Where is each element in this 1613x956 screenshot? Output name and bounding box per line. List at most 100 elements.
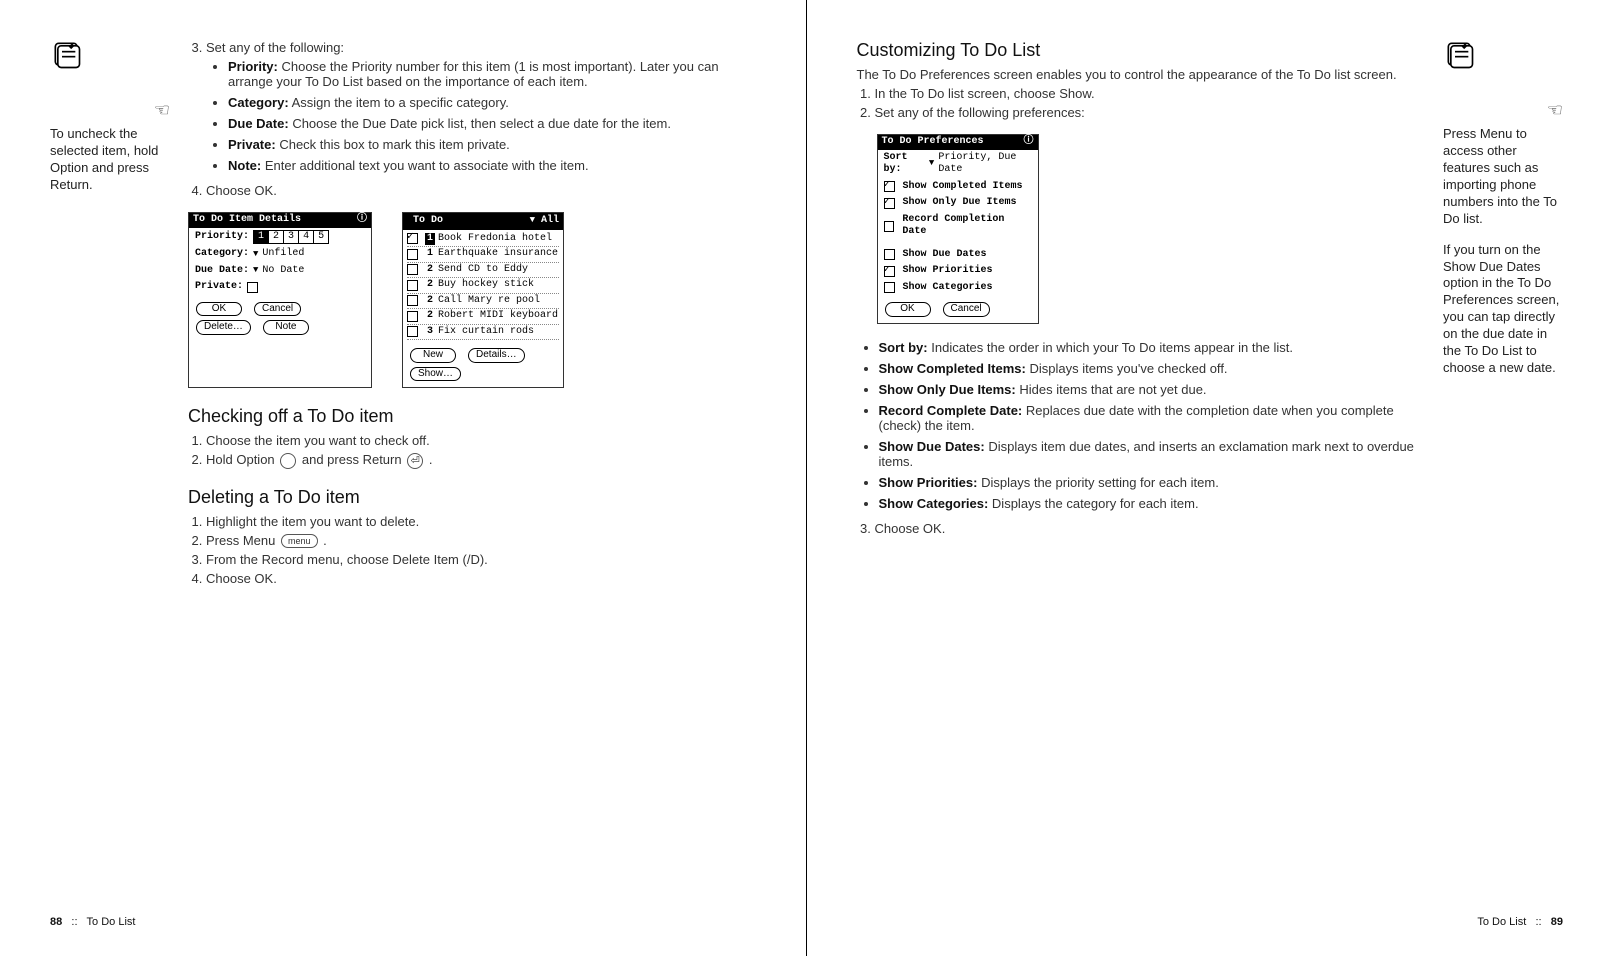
customizing-heading: Customizing To Do List <box>857 40 1426 61</box>
customizing-intro: The To Do Preferences screen enables you… <box>857 67 1426 82</box>
ok-button: OK <box>885 302 931 317</box>
checkbox-icon <box>884 266 895 277</box>
right-margin-column: ☞ Press Menu to access other features su… <box>1425 40 1563 916</box>
left-step-list: Set any of the following: Priority: Choo… <box>188 40 756 198</box>
details-buttons: OK Cancel Delete… Note <box>189 296 371 341</box>
customizing-steps-bottom: Choose OK. <box>857 521 1426 536</box>
todo-list-screen: To Do ▼ All 1Book Fredonia hotel1Earthqu… <box>402 212 564 388</box>
private-checkbox <box>247 282 258 293</box>
category-label: Category: <box>195 248 249 261</box>
todo-item-text: Fix curtain rods <box>438 326 534 339</box>
page-left: ☞ To uncheck the selected item, hold Opt… <box>0 0 807 956</box>
info-icon: ⓘ <box>357 214 367 227</box>
chevron-down-icon: ▼ <box>253 265 258 276</box>
chevron-down-icon: ▼ <box>253 249 258 260</box>
check-step-2: Hold Option and press Return ⏎ . <box>206 452 756 469</box>
delete-button: Delete… <box>196 320 251 335</box>
todo-item: 2Buy hockey stick <box>407 278 559 294</box>
cust-step-2: Set any of the following preferences: <box>875 105 1426 120</box>
priority-badge: 3 <box>425 326 435 339</box>
footer-right: To Do List :: 89 <box>1477 916 1563 928</box>
step3-bullets: Priority: Choose the Priority number for… <box>206 59 756 173</box>
hand-icon: ☞ <box>1443 99 1563 122</box>
todo-item-details-screen: To Do Item Details ⓘ Priority: 1 2 3 4 5 <box>188 212 372 388</box>
left-margin-column: ☞ To uncheck the selected item, hold Opt… <box>50 40 188 916</box>
margin-tip-right-1: Press Menu to access other features such… <box>1443 126 1563 227</box>
duedate-label: Due Date: <box>195 265 249 278</box>
checkbox-icon <box>407 311 418 322</box>
pb-recorddate: Record Complete Date: Replaces due date … <box>879 403 1426 433</box>
checkbox-icon <box>884 221 895 232</box>
details-title: To Do Item Details <box>193 214 301 227</box>
del-step-3: From the Record menu, choose Delete Item… <box>206 552 756 567</box>
todo-item-text: Buy hockey stick <box>438 279 534 292</box>
todo-item-text: Robert MIDI keyboard <box>438 310 558 323</box>
todo-item: 1Book Fredonia hotel <box>407 232 559 248</box>
right-content: Customizing To Do List The To Do Prefere… <box>857 40 1426 916</box>
priority-badge: 2 <box>425 295 435 308</box>
priority-badge: 2 <box>425 310 435 323</box>
pb-sortby: Sort by: Indicates the order in which yo… <box>879 340 1426 355</box>
todo-item: 3Fix curtain rods <box>407 325 559 341</box>
pb-priorities: Show Priorities: Displays the priority s… <box>879 475 1426 490</box>
todo-item-text: Book Fredonia hotel <box>438 233 552 246</box>
note-button: Note <box>263 320 309 335</box>
todo-item-text: Earthquake insurance <box>438 248 558 261</box>
checkbox-icon <box>407 280 418 291</box>
priority-badge: 2 <box>425 264 435 277</box>
note-icon <box>1443 40 1477 70</box>
checkbox-icon <box>884 198 895 209</box>
return-key-icon: ⏎ <box>407 453 423 469</box>
priority-badge: 2 <box>425 279 435 292</box>
customizing-steps-top: In the To Do list screen, choose Show. S… <box>857 86 1426 120</box>
priority-selector: 1 2 3 4 5 <box>253 230 329 245</box>
prefs-buttons: OK Cancel <box>878 296 1038 323</box>
category-value: Unfiled <box>262 248 304 261</box>
todo-category: ▼ All <box>530 215 559 228</box>
bullet-priority: Priority: Choose the Priority number for… <box>228 59 756 89</box>
pb-completed: Show Completed Items: Displays items you… <box>879 361 1426 376</box>
pb-duedates: Show Due Dates: Displays item due dates,… <box>879 439 1426 469</box>
todo-buttons: New Details… Show… <box>403 342 563 387</box>
deleting-heading: Deleting a To Do item <box>188 487 756 508</box>
option-key-icon <box>280 453 296 469</box>
checkbox-icon <box>407 295 418 306</box>
sortby-value: Priority, Due Date <box>938 152 1031 177</box>
todo-items: 1Book Fredonia hotel1Earthquake insuranc… <box>403 230 563 343</box>
del-step-4: Choose OK. <box>206 571 756 586</box>
bullet-duedate: Due Date: Choose the Due Date pick list,… <box>228 116 756 131</box>
margin-tip-left: To uncheck the selected item, hold Optio… <box>50 126 170 194</box>
ok-button: OK <box>196 302 242 317</box>
todo-item: 2Call Mary re pool <box>407 294 559 310</box>
checkbox-icon <box>407 233 418 244</box>
footer-left: 88 :: To Do List <box>50 916 135 928</box>
details-button: Details… <box>468 348 525 363</box>
new-button: New <box>410 348 456 363</box>
todo-item: 2Send CD to Eddy <box>407 263 559 279</box>
hand-icon: ☞ <box>50 99 170 122</box>
pb-onlydue: Show Only Due Items: Hides items that ar… <box>879 382 1426 397</box>
pb-categories: Show Categories: Displays the category f… <box>879 496 1426 511</box>
margin-tip-right-2: If you turn on the Show Due Dates option… <box>1443 242 1563 377</box>
todo-item-text: Send CD to Eddy <box>438 264 528 277</box>
del-step-1: Highlight the item you want to delete. <box>206 514 756 529</box>
todo-item: 2Robert MIDI keyboard <box>407 309 559 325</box>
private-label: Private: <box>195 281 243 294</box>
show-button: Show… <box>410 367 461 382</box>
cancel-button: Cancel <box>254 302 301 317</box>
menu-key-icon: menu <box>281 534 318 548</box>
sortby-label: Sort by: <box>884 152 925 177</box>
priority-label: Priority: <box>195 231 249 244</box>
checkbox-icon <box>884 282 895 293</box>
prefs-title: To Do Preferences <box>882 136 984 149</box>
step-3: Set any of the following: Priority: Choo… <box>206 40 756 173</box>
bullet-category: Category: Assign the item to a specific … <box>228 95 756 110</box>
deleting-steps: Highlight the item you want to delete. P… <box>188 514 756 587</box>
checkbox-icon <box>884 181 895 192</box>
todo-item-text: Call Mary re pool <box>438 295 540 308</box>
checkbox-icon <box>407 249 418 260</box>
cust-step-1: In the To Do list screen, choose Show. <box>875 86 1426 101</box>
screens-row: To Do Item Details ⓘ Priority: 1 2 3 4 5 <box>188 212 756 388</box>
priority-badge: 1 <box>425 233 435 246</box>
pref-bullets: Sort by: Indicates the order in which yo… <box>857 340 1426 511</box>
